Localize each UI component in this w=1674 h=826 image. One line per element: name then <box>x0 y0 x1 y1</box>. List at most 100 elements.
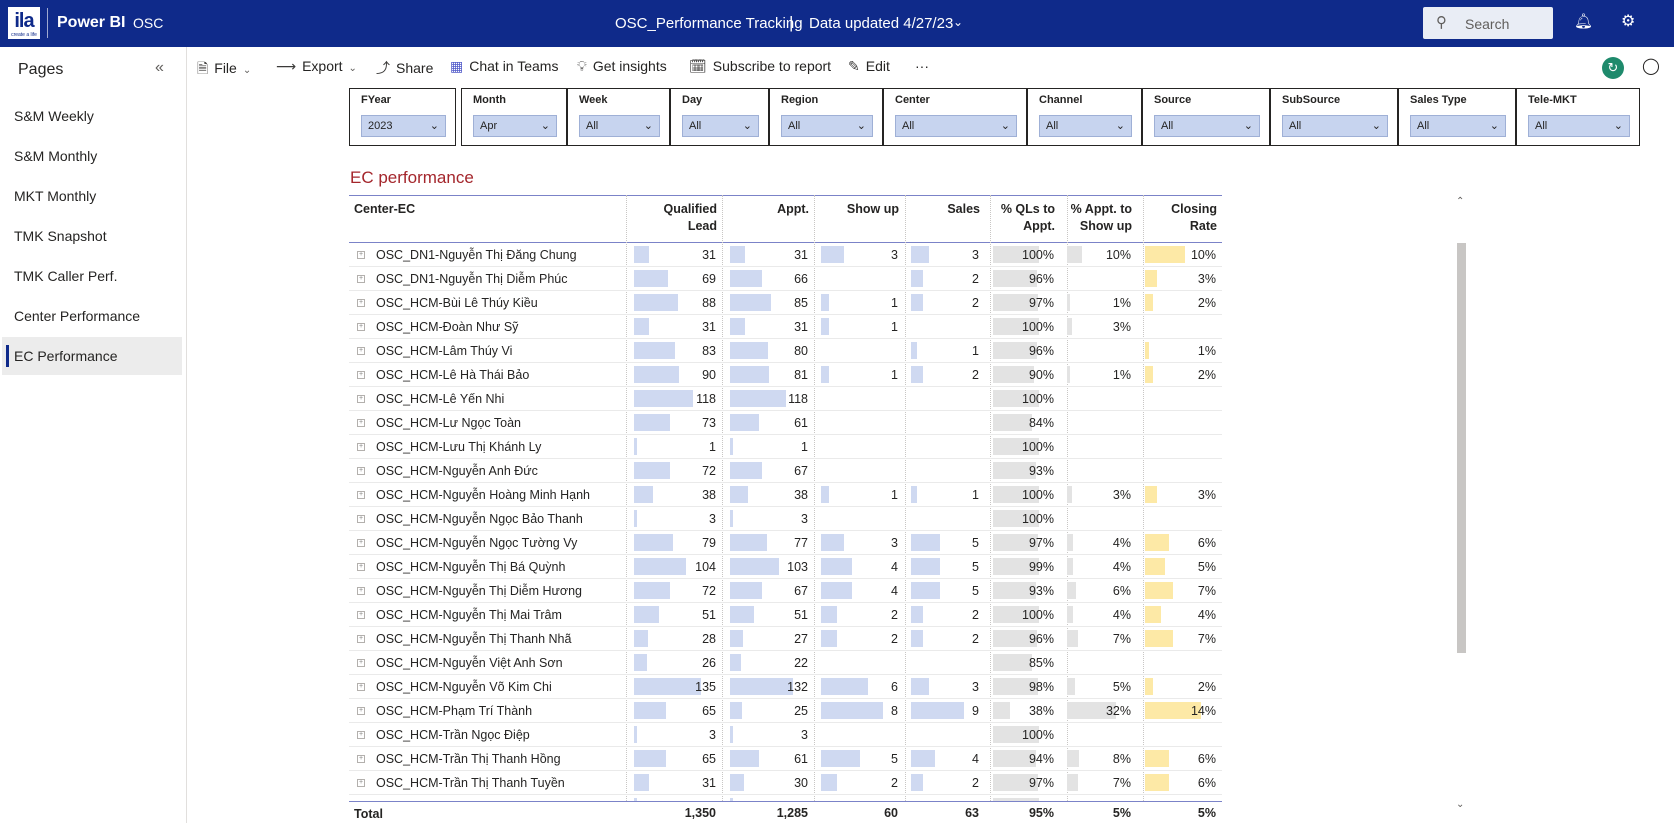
page-tab-tmk-snapshot[interactable]: TMK Snapshot <box>2 217 182 255</box>
page-tab-center-performance[interactable]: Center Performance <box>2 297 182 335</box>
slicer-dropdown-week[interactable]: All ⌄ <box>579 115 660 137</box>
expand-row-icon[interactable]: + <box>357 371 365 379</box>
expand-row-icon[interactable]: + <box>357 587 365 595</box>
column-header-qls-to-appt[interactable]: % QLs to Appt. <box>990 201 1055 235</box>
column-header-center-ec[interactable]: Center-EC <box>354 201 415 218</box>
table-row[interactable]: + OSC_HCM-Nguyễn Hoàng Minh Hạnh 38 38 1 1 100… <box>349 483 1222 507</box>
table-row[interactable]: + OSC_HCM-Nguyễn Võ Kim Chi 135 132 6 3 98% 5% 2… <box>349 675 1222 699</box>
table-row[interactable]: + OSC_HCM-Đoàn Như Sỹ 31 31 1 100% 3% <box>349 315 1222 339</box>
cell-center-ec: OSC_HCM-Đoàn Như Sỹ <box>376 320 519 334</box>
app-name[interactable]: Power BI <box>57 14 125 32</box>
share-button[interactable]: ⤴ Share <box>376 58 433 78</box>
page-tab-mkt-monthly[interactable]: MKT Monthly <box>2 177 182 215</box>
column-header-appt[interactable]: Appt. <box>727 201 809 218</box>
scroll-up-icon[interactable]: ⌃ <box>1456 196 1464 207</box>
expand-row-icon[interactable]: + <box>357 635 365 643</box>
slicer-dropdown-center[interactable]: All ⌄ <box>895 115 1017 137</box>
page-tab-tmk-caller-perf[interactable]: TMK Caller Perf. <box>2 257 182 295</box>
slicer-label: Channel <box>1039 94 1083 106</box>
settings-gear-icon[interactable]: ⚙ <box>1621 11 1635 31</box>
expand-row-icon[interactable]: + <box>357 491 365 499</box>
table-row[interactable]: + OSC_HCM-Trần Ngọc Điệp 3 3 100% <box>349 723 1222 747</box>
table-row[interactable]: + OSC_HCM-Nguyễn Ngọc Tường Vy 79 77 3 5 97% 4%… <box>349 531 1222 555</box>
expand-row-icon[interactable]: + <box>357 395 365 403</box>
table-vertical-scrollbar[interactable]: ⌃ ⌄ <box>1456 196 1466 810</box>
table-row[interactable]: + OSC_HCM-Lê Yến Nhi 118 118 100% <box>349 387 1222 411</box>
notifications-bell-icon[interactable]: 🔔︎ <box>1574 12 1593 30</box>
table-row[interactable]: + OSC_DN1-Nguyễn Thị Đăng Chung 31 31 3 3 100%… <box>349 243 1222 267</box>
get-insights-button[interactable]: 💡︎ Get insights <box>577 58 667 75</box>
slicer-dropdown-day[interactable]: All ⌄ <box>682 115 759 137</box>
table-row[interactable]: + OSC_HCM-Trần Thị Thanh Tuyền 31 30 2 2 97% 7%… <box>349 771 1222 795</box>
expand-row-icon[interactable]: + <box>357 539 365 547</box>
expand-row-icon[interactable]: + <box>357 563 365 571</box>
table-row[interactable]: + OSC_HCM-Nguyễn Ngọc Bảo Thanh 3 3 100% <box>349 507 1222 531</box>
column-header-show-up[interactable]: Show up <box>818 201 899 218</box>
table-row[interactable]: + OSC_HCM-Nguyễn Thị Diễm Hương 72 67 4 5 93% 6… <box>349 579 1222 603</box>
expand-row-icon[interactable]: + <box>357 683 365 691</box>
column-header-qualified-lead[interactable]: Qualified Lead <box>631 201 717 235</box>
slicer-dropdown-region[interactable]: All ⌄ <box>781 115 873 137</box>
table-row[interactable]: + OSC_HCM-Nguyễn Thị Mai Trâm 51 51 2 2 100% 4%… <box>349 603 1222 627</box>
table-row[interactable]: + OSC_DN1-Nguyễn Thị Diễm Phúc 69 66 2 96% 3% <box>349 267 1222 291</box>
workspace-link[interactable]: OSC <box>133 15 163 31</box>
cell-sales: 1 <box>908 339 985 363</box>
table-row[interactable]: + OSC_HCM-Nguyễn Thị Thanh Nhã 28 27 2 2 96% 7%… <box>349 627 1222 651</box>
expand-row-icon[interactable]: + <box>357 347 365 355</box>
page-tab-ec-performance[interactable]: EC Performance <box>2 337 182 375</box>
table-row[interactable]: + OSC_HCM-Lư Ngọc Toàn 73 61 84% <box>349 411 1222 435</box>
scrollbar-thumb[interactable] <box>1457 243 1466 653</box>
table-body[interactable]: + OSC_DN1-Nguyễn Thị Đăng Chung 31 31 3 3 100%… <box>349 243 1222 801</box>
column-header-closing-rate[interactable]: Closing Rate <box>1142 201 1217 235</box>
page-tab-s-m-monthly[interactable]: S&M Monthly <box>2 137 182 175</box>
slicer-dropdown-channel[interactable]: All ⌄ <box>1039 115 1132 137</box>
table-row[interactable]: + OSC_HCM-Nguyễn Việt Anh Sơn 26 22 85% <box>349 651 1222 675</box>
expand-row-icon[interactable]: + <box>357 611 365 619</box>
edit-button[interactable]: ✎ Edit <box>848 58 890 75</box>
expand-row-icon[interactable]: + <box>357 467 365 475</box>
expand-row-icon[interactable]: + <box>357 299 365 307</box>
expand-row-icon[interactable]: + <box>357 251 365 259</box>
table-row[interactable]: + OSC_HCM-Nguyễn Thị Bá Quỳnh 104 103 4 5 99% 4… <box>349 555 1222 579</box>
data-bar <box>821 294 829 311</box>
table-row[interactable]: + OSC_HCM-Bùi Lê Thúy Kiều 88 85 1 2 97% 1% 2% <box>349 291 1222 315</box>
expand-row-icon[interactable]: + <box>357 755 365 763</box>
chat-in-teams-button[interactable]: ▦ Chat in Teams <box>450 58 558 75</box>
slicer-dropdown-source[interactable]: All ⌄ <box>1154 115 1260 137</box>
column-header-appt-to-show-up[interactable]: % Appt. to Show up <box>1064 201 1132 235</box>
table-row[interactable]: + OSC_HCM-Lâm Thúy Vi 83 80 1 96% 1% <box>349 339 1222 363</box>
chevron-down-icon[interactable]: ⌄ <box>953 15 963 29</box>
export-menu[interactable]: ⟶ Export ⌄ <box>276 58 357 75</box>
search-input[interactable]: ⚲ Search <box>1423 7 1553 39</box>
bookmark-icon[interactable]: ◯ <box>1642 56 1660 76</box>
ila-logo[interactable]: ila create a life <box>8 7 40 39</box>
table-row[interactable]: + OSC_HCM-Lê Hà Thái Bảo 90 81 1 2 90% 1% 2% <box>349 363 1222 387</box>
more-options-button[interactable]: ··· <box>915 58 929 74</box>
file-menu[interactable]: 🗎︎ File ⌄ <box>197 58 251 82</box>
expand-row-icon[interactable]: + <box>357 731 365 739</box>
expand-row-icon[interactable]: + <box>357 419 365 427</box>
expand-row-icon[interactable]: + <box>357 659 365 667</box>
subscribe-button[interactable]: 🗓︎ Subscribe to report <box>689 58 831 75</box>
slicer-dropdown-fyear[interactable]: 2023 ⌄ <box>361 115 446 137</box>
expand-row-icon[interactable]: + <box>357 275 365 283</box>
table-row[interactable]: + OSC_HCM-Phạm Trí Thành 65 25 8 9 38% 32% 14% <box>349 699 1222 723</box>
expand-row-icon[interactable]: + <box>357 323 365 331</box>
slicer-dropdown-sales-type[interactable]: All ⌄ <box>1410 115 1506 137</box>
page-tab-s-m-weekly[interactable]: S&M Weekly <box>2 97 182 135</box>
column-header-sales[interactable]: Sales <box>908 201 980 218</box>
scroll-down-icon[interactable]: ⌄ <box>1456 799 1464 810</box>
refresh-icon[interactable]: ↻ <box>1602 57 1624 79</box>
expand-row-icon[interactable]: + <box>357 515 365 523</box>
slicer-dropdown-month[interactable]: Apr ⌄ <box>473 115 557 137</box>
table-row[interactable]: + OSC_HCM-Lưu Thị Khánh Ly 1 1 100% <box>349 435 1222 459</box>
expand-row-icon[interactable]: + <box>357 779 365 787</box>
expand-row-icon[interactable]: + <box>357 443 365 451</box>
table-row[interactable]: + OSC_HCM-Nguyễn Anh Đức 72 67 93% <box>349 459 1222 483</box>
collapse-pane-icon[interactable]: « <box>155 59 164 77</box>
expand-row-icon[interactable]: + <box>357 707 365 715</box>
slicer-dropdown-subsource[interactable]: All ⌄ <box>1282 115 1388 137</box>
data-updated-label[interactable]: Data updated 4/27/23 <box>809 15 953 32</box>
table-row[interactable]: + OSC_HCM-Trần Thị Thanh Hồng 65 61 5 4 94% 8% 6… <box>349 747 1222 771</box>
slicer-dropdown-tele-mkt[interactable]: All ⌄ <box>1528 115 1630 137</box>
